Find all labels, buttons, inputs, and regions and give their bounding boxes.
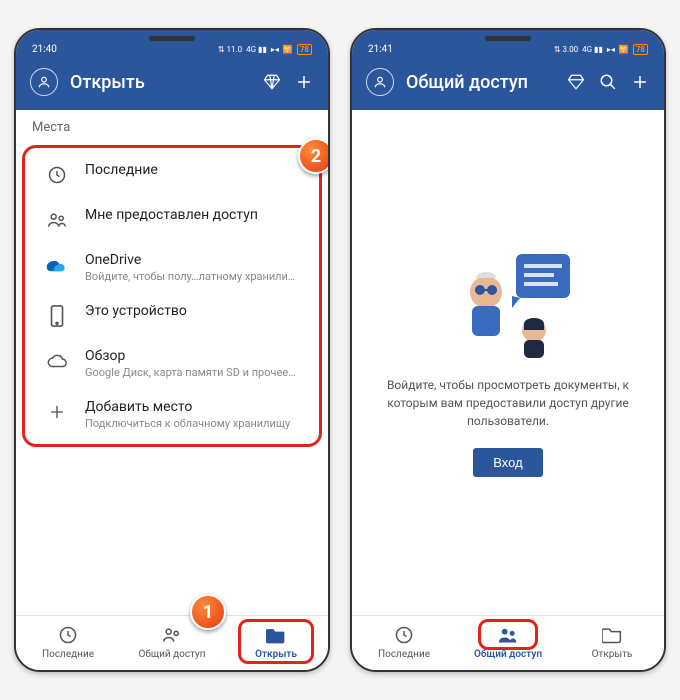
- clock-icon: [393, 624, 415, 646]
- bottom-nav: Последние Общий доступ Открыть: [16, 615, 328, 670]
- nav-open[interactable]: Открыть: [560, 616, 664, 670]
- empty-illustration: [438, 248, 578, 358]
- nav-recent[interactable]: Последние: [16, 616, 120, 670]
- page-title: Общий доступ: [406, 72, 554, 93]
- nav-recent[interactable]: Последние: [352, 616, 456, 670]
- page-title: Открыть: [70, 72, 250, 93]
- folder-icon: [601, 624, 623, 646]
- list-item-shared[interactable]: Мне предоставлен доступ: [29, 197, 315, 242]
- diamond-icon[interactable]: [262, 72, 282, 92]
- callout-2: 2: [298, 138, 330, 174]
- list-item-device[interactable]: Это устройство: [29, 293, 315, 338]
- places-highlight: Последние Мне предоставлен доступ OneDri…: [22, 145, 322, 447]
- app-bar: Общий доступ: [352, 60, 664, 110]
- search-icon[interactable]: [598, 72, 618, 92]
- status-time: 21:40: [32, 44, 57, 55]
- login-button[interactable]: Вход: [473, 448, 542, 477]
- empty-message: Войдите, чтобы просмотреть документы, к …: [380, 376, 636, 430]
- list-item-browse[interactable]: Обзор Google Диск, карта памяти SD и про…: [29, 338, 315, 389]
- folder-icon: [265, 624, 287, 646]
- item-subtitle: Google Диск, карта памяти SD и прочее…: [85, 366, 299, 379]
- bottom-nav: Последние Общий доступ Открыть: [352, 615, 664, 670]
- item-title: Последние: [85, 162, 299, 178]
- nav-shared[interactable]: Общий доступ: [456, 616, 560, 670]
- item-title: OneDrive: [85, 252, 299, 268]
- list-item-onedrive[interactable]: OneDrive Войдите, чтобы полу…латному хра…: [29, 242, 315, 293]
- nav-label: Открыть: [255, 649, 297, 660]
- nav-label: Общий доступ: [139, 649, 206, 660]
- section-places-label: Места: [16, 110, 328, 145]
- places-list: Последние Мне предоставлен доступ OneDri…: [25, 152, 319, 440]
- plus-icon[interactable]: [294, 72, 314, 92]
- list-item-recent[interactable]: Последние: [29, 152, 315, 197]
- avatar[interactable]: [366, 68, 394, 96]
- clock-icon: [45, 163, 69, 187]
- list-item-add-place[interactable]: Добавить место Подключиться к облачному …: [29, 389, 315, 440]
- phone-screen-shared: 21:41 ⇅ 3.004G ▮▮▸◂🛜78 Общий доступ: [350, 28, 666, 672]
- people-icon: [161, 624, 183, 646]
- avatar[interactable]: [30, 68, 58, 96]
- item-subtitle: Подключиться к облачному хранилищу: [85, 417, 299, 430]
- diamond-icon[interactable]: [566, 72, 586, 92]
- status-bar: 21:41 ⇅ 3.004G ▮▮▸◂🛜78: [352, 30, 664, 60]
- nav-label: Открыть: [592, 649, 633, 660]
- phone-icon: [45, 304, 69, 328]
- phone-screen-open: 21:40 ⇅ 11.04G ▮▮▸◂🛜78 Открыть Места Пос…: [14, 28, 330, 672]
- item-title: Добавить место: [85, 399, 299, 415]
- nav-label: Последние: [42, 649, 94, 660]
- item-title: Это устройство: [85, 303, 299, 319]
- plus-icon[interactable]: [630, 72, 650, 92]
- status-indicators: ⇅ 11.04G ▮▮▸◂🛜78: [218, 44, 312, 55]
- status-time: 21:41: [368, 44, 393, 55]
- clock-icon: [57, 624, 79, 646]
- cloud-icon: [45, 349, 69, 373]
- plus-icon: [45, 400, 69, 424]
- status-bar: 21:40 ⇅ 11.04G ▮▮▸◂🛜78: [16, 30, 328, 60]
- item-title: Обзор: [85, 348, 299, 364]
- nav-label: Последние: [378, 649, 430, 660]
- onedrive-icon: [45, 253, 69, 277]
- nav-open[interactable]: Открыть: [224, 616, 328, 670]
- people-icon: [45, 208, 69, 232]
- empty-state: Войдите, чтобы просмотреть документы, к …: [352, 110, 664, 615]
- callout-1: 1: [190, 594, 226, 630]
- status-indicators: ⇅ 3.004G ▮▮▸◂🛜78: [554, 44, 648, 55]
- nav-label: Общий доступ: [474, 649, 542, 660]
- people-icon: [497, 624, 519, 646]
- item-subtitle: Войдите, чтобы полу…латному хранилищу: [85, 270, 299, 283]
- app-bar: Открыть: [16, 60, 328, 110]
- item-title: Мне предоставлен доступ: [85, 207, 299, 223]
